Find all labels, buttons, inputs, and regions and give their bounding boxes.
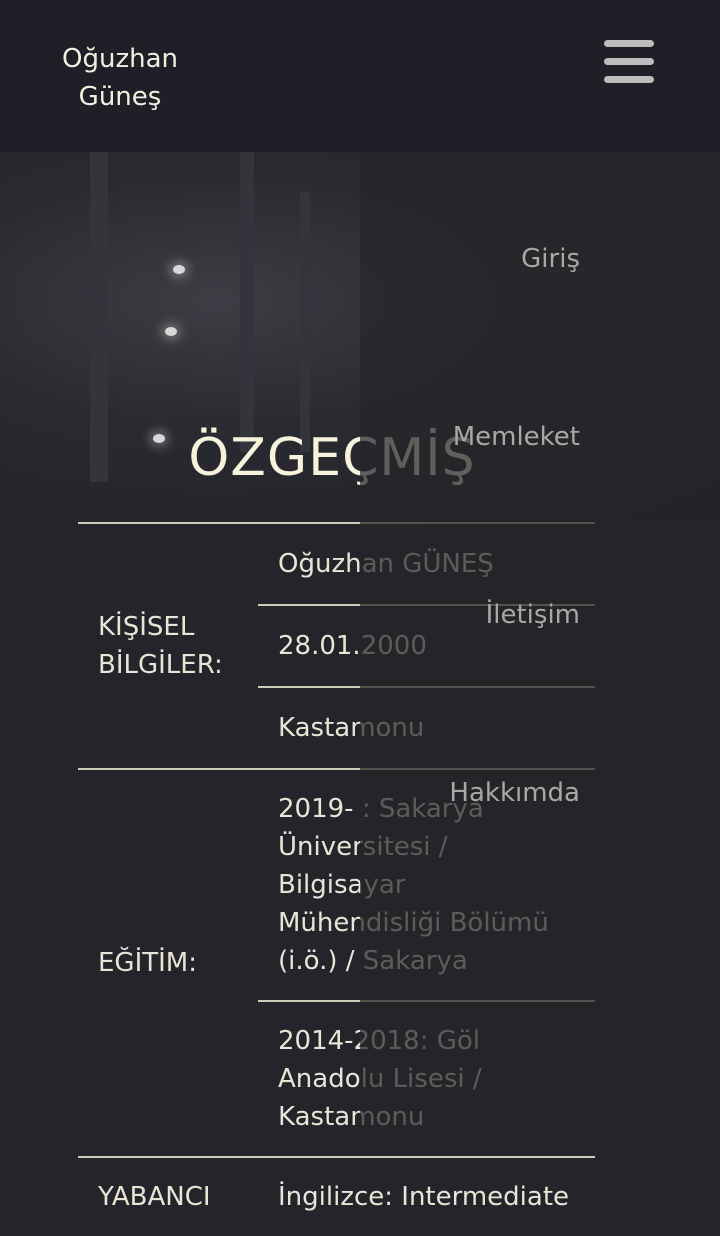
section-label: YABANCI bbox=[78, 1156, 258, 1236]
menu-bar bbox=[604, 40, 654, 47]
table-cell: İngilizce: Intermediate bbox=[258, 1156, 595, 1236]
top-header: Oğuzhan Güneş bbox=[0, 0, 720, 152]
section-label: EĞİTİM: bbox=[78, 768, 258, 1157]
nav-drawer: Giriş Memleket İletişim Hakkımda bbox=[360, 152, 720, 1136]
nav-item-hakkimda[interactable]: Hakkımda bbox=[449, 778, 580, 808]
hamburger-menu-icon[interactable] bbox=[604, 40, 654, 84]
menu-bar bbox=[604, 76, 654, 83]
nav-item-memleket[interactable]: Memleket bbox=[453, 422, 580, 452]
section-label: KİŞİSEL BİLGİLER: bbox=[78, 522, 258, 769]
nav-item-giris[interactable]: Giriş bbox=[521, 244, 580, 274]
table-row: YABANCI İngilizce: Intermediate bbox=[78, 1156, 595, 1236]
menu-bar bbox=[604, 58, 654, 65]
nav-item-iletisim[interactable]: İletişim bbox=[486, 600, 580, 630]
site-brand[interactable]: Oğuzhan Güneş bbox=[40, 40, 200, 116]
